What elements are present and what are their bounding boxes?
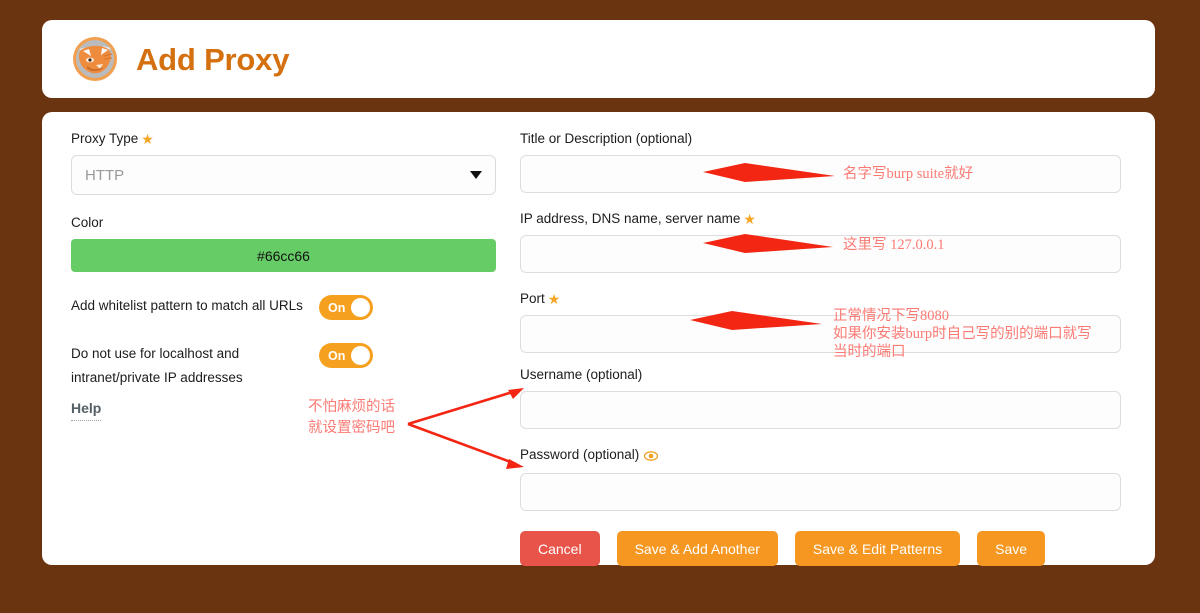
proxy-type-value: HTTP [85, 166, 125, 184]
username-field-group: Username (optional) [520, 367, 1121, 429]
address-field-label-text: IP address, DNS name, server name [520, 211, 741, 226]
proxy-form-card: Proxy Type ★ HTTP Color #66cc66 Add white… [42, 112, 1155, 566]
title-input[interactable] [520, 155, 1121, 193]
proxy-type-select-wrapper[interactable]: HTTP [71, 155, 496, 195]
password-field-label-text: Password (optional) [520, 447, 640, 462]
username-field-label: Username (optional) [520, 367, 643, 382]
toggle-knob [351, 346, 370, 365]
page-title: Add Proxy [136, 41, 290, 77]
required-star-icon: ★ [743, 211, 756, 227]
proxy-type-select[interactable]: HTTP [71, 155, 496, 195]
port-field-label-text: Port [520, 291, 545, 306]
form-actions: Cancel Save & Add Another Save & Edit Pa… [520, 531, 1121, 566]
address-input[interactable] [520, 235, 1121, 273]
title-field-group: Title or Description (optional) [520, 131, 1121, 193]
color-label: Color [71, 215, 104, 230]
save-and-add-another-button[interactable]: Save & Add Another [616, 531, 778, 566]
proxy-type-label-text: Proxy Type [71, 131, 139, 146]
save-and-edit-patterns-button[interactable]: Save & Edit Patterns [794, 531, 961, 566]
whitelist-toggle-switch[interactable]: On [319, 295, 373, 320]
foxyproxy-fox-icon [70, 34, 120, 84]
password-field-group: Password (optional) [520, 447, 1121, 511]
port-field-label: Port ★ [520, 291, 1121, 307]
form-right-column: Title or Description (optional) IP addre… [520, 131, 1121, 566]
cancel-button[interactable]: Cancel [520, 531, 600, 566]
username-input[interactable] [520, 391, 1121, 429]
proxy-settings-page: Add Proxy Proxy Type ★ HTTP Color #66cc66… [0, 0, 1200, 608]
port-input[interactable] [520, 315, 1121, 353]
address-field-label: IP address, DNS name, server name ★ [520, 211, 1121, 227]
title-field-label: Title or Description (optional) [520, 131, 693, 146]
save-button[interactable]: Save [977, 531, 1046, 566]
password-input[interactable] [520, 473, 1121, 511]
form-left-column: Proxy Type ★ HTTP Color #66cc66 Add white… [71, 131, 496, 421]
color-swatch[interactable]: #66cc66 [71, 239, 496, 272]
localhost-toggle-row: Do not use for localhost and intranet/pr… [71, 342, 496, 421]
password-field-label: Password (optional) [520, 447, 1121, 465]
localhost-toggle-label-line1: Do not use for localhost and [71, 346, 240, 361]
address-field-group: IP address, DNS name, server name ★ [520, 211, 1121, 273]
header-card: Add Proxy [42, 20, 1155, 98]
required-star-icon: ★ [547, 291, 561, 307]
localhost-toggle-switch[interactable]: On [319, 343, 373, 368]
localhost-toggle-label: Do not use for localhost and intranet/pr… [71, 342, 319, 421]
port-field-group: Port ★ [520, 291, 1121, 353]
whitelist-toggle-row: Add whitelist pattern to match all URLs … [71, 294, 496, 320]
localhost-toggle-label-line2: intranet/private IP addresses [71, 370, 243, 385]
toggle-knob [351, 298, 370, 317]
chevron-down-icon [470, 171, 482, 179]
proxy-type-label: Proxy Type ★ [71, 131, 496, 147]
whitelist-toggle-label: Add whitelist pattern to match all URLs [71, 298, 303, 313]
help-link[interactable]: Help [71, 396, 102, 421]
eye-icon[interactable] [644, 449, 659, 464]
whitelist-toggle-state: On [328, 300, 346, 315]
color-hex-value: #66cc66 [257, 247, 310, 264]
required-star-icon: ★ [141, 131, 154, 147]
localhost-toggle-state: On [328, 348, 346, 363]
